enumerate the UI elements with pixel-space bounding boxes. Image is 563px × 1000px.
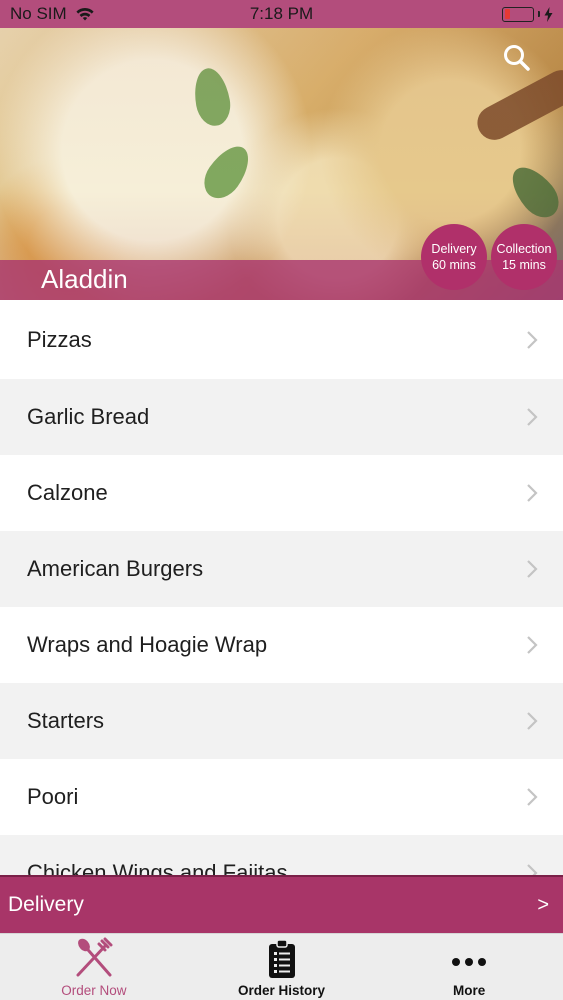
tab-label: Order Now — [61, 983, 127, 998]
restaurant-name: Aladdin — [41, 264, 128, 294]
status-left: No SIM — [10, 4, 95, 24]
chevron-right-icon — [527, 788, 538, 806]
menu-category-list[interactable]: Pizzas Garlic Bread Calzone American Bur… — [0, 300, 563, 875]
pan-handle-decoration — [471, 64, 563, 146]
more-dots-icon — [452, 958, 487, 966]
battery-indicator — [502, 6, 553, 22]
restaurant-hero-image: Aladdin Delivery 60 mins Collection 15 m… — [0, 28, 563, 300]
menu-item-wraps[interactable]: Wraps and Hoagie Wrap — [0, 607, 563, 683]
delivery-arrow: > — [537, 893, 549, 916]
mint-leaf-decoration — [196, 138, 258, 206]
collection-badge-label: Collection — [496, 242, 552, 256]
menu-item-label: Garlic Bread — [27, 404, 150, 429]
menu-item-label: Wraps and Hoagie Wrap — [27, 632, 268, 657]
menu-item-label: Chicken Wings and Fajitas — [27, 860, 288, 875]
menu-item-garlic-bread[interactable]: Garlic Bread — [0, 379, 563, 455]
menu-item-poori[interactable]: Poori — [0, 759, 563, 835]
menu-item-label: Calzone — [27, 480, 108, 505]
collection-time-badge: Collection 15 mins — [491, 224, 557, 290]
chevron-right-icon — [527, 864, 538, 875]
clipboard-list-icon — [268, 939, 295, 978]
delivery-mode-bar[interactable]: Delivery > — [0, 875, 563, 933]
delivery-badge-time: 60 mins — [432, 258, 476, 272]
carrier-label: No SIM — [10, 4, 67, 23]
chevron-right-icon — [527, 636, 538, 654]
tab-more[interactable]: More — [375, 934, 563, 1000]
tab-label: Order History — [237, 983, 326, 998]
menu-item-pizzas[interactable]: Pizzas — [0, 300, 563, 379]
status-bar: No SIM 7:18 PM — [0, 0, 563, 28]
chevron-right-icon — [527, 408, 538, 426]
tab-label: More — [453, 983, 486, 998]
menu-item-label: Poori — [27, 784, 79, 809]
bottom-tab-bar: Order Now Order History More — [0, 933, 563, 1000]
mint-leaf-decoration — [190, 65, 234, 129]
collection-badge-time: 15 mins — [502, 258, 546, 272]
delivery-mode-label: Delivery — [8, 893, 84, 916]
chevron-right-icon — [527, 712, 538, 730]
menu-item-calzone[interactable]: Calzone — [0, 455, 563, 531]
wifi-icon — [76, 7, 94, 20]
chevron-right-icon — [527, 330, 538, 349]
menu-item-label: Pizzas — [27, 326, 92, 352]
tab-order-history[interactable]: Order History — [188, 934, 376, 1000]
battery-icon — [502, 6, 534, 22]
chevron-right-icon — [527, 560, 538, 578]
mint-leaf-decoration — [503, 158, 563, 226]
menu-item-chicken-wings[interactable]: Chicken Wings and Fajitas — [0, 835, 563, 875]
chevron-right-icon — [527, 484, 538, 502]
search-icon[interactable] — [501, 42, 533, 74]
charging-bolt-icon — [544, 6, 553, 22]
delivery-badge-label: Delivery — [431, 242, 477, 256]
fork-knife-icon — [76, 937, 113, 977]
menu-item-label: American Burgers — [27, 556, 204, 581]
menu-item-label: Starters — [27, 708, 105, 733]
menu-item-american-burgers[interactable]: American Burgers — [0, 531, 563, 607]
tab-order-now[interactable]: Order Now — [0, 934, 188, 1000]
delivery-time-badge: Delivery 60 mins — [421, 224, 487, 290]
menu-item-starters[interactable]: Starters — [0, 683, 563, 759]
